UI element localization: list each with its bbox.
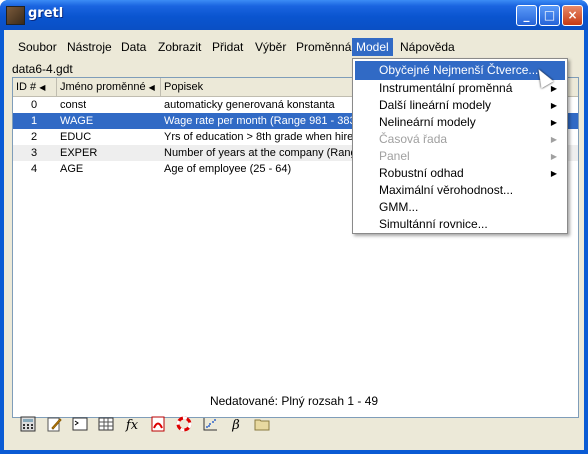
menu-item-ols[interactable]: Obyčejné Nejmenší Čtverce... [355, 61, 565, 80]
gretl-app-icon [6, 6, 25, 25]
app-window: gretl _ □ × Soubor Nástroje Data Zobrazi… [0, 0, 588, 454]
menu-nastroje[interactable]: Nástroje [63, 38, 116, 56]
calculator-icon[interactable] [18, 416, 38, 436]
header-name[interactable]: Jméno proměnné ◀ [57, 78, 161, 96]
fx-icon[interactable]: fx [122, 416, 142, 436]
dataset-filename: data6-4.gdt [12, 62, 73, 76]
close-button[interactable]: × [562, 5, 583, 26]
row-id: 1 [31, 115, 38, 127]
maximize-button[interactable]: □ [539, 5, 560, 26]
row-name: AGE [60, 163, 84, 175]
edit-icon[interactable] [44, 416, 64, 436]
model-dropdown-menu: Obyčejné Nejmenší Čtverce... Instrumentá… [352, 58, 568, 234]
row-name: EDUC [60, 131, 92, 143]
menu-data[interactable]: Data [117, 38, 150, 56]
terminal-icon[interactable] [70, 416, 90, 436]
menu-zobrazit[interactable]: Zobrazit [154, 38, 205, 56]
folder-icon[interactable] [252, 416, 272, 436]
row-name: const [60, 99, 87, 111]
title-bar[interactable]: gretl _ □ × [0, 0, 588, 30]
status-bar: Nedatované: Plný rozsah 1 - 49 [209, 394, 379, 408]
minimize-button[interactable]: _ [516, 5, 537, 26]
menu-promenna[interactable]: Proměnná [292, 38, 355, 56]
row-name: EXPER [60, 147, 98, 159]
menu-item-simultaneous[interactable]: Simultánní rovnice... [355, 215, 565, 234]
menu-soubor[interactable]: Soubor [14, 38, 61, 56]
window-title: gretl [28, 6, 64, 21]
menu-napoveda[interactable]: Nápověda [396, 38, 459, 56]
sort-arrow-icon: ◀ [39, 83, 46, 92]
row-name: WAGE [60, 115, 94, 127]
row-id: 2 [31, 131, 38, 143]
menu-model[interactable]: Model [352, 38, 393, 56]
row-id: 4 [31, 163, 38, 175]
menu-bar: Soubor Nástroje Data Zobrazit Přidat Výb… [4, 36, 584, 56]
scatter-icon[interactable] [200, 416, 220, 436]
grid-icon[interactable] [96, 416, 116, 436]
row-id: 0 [31, 99, 38, 111]
sort-arrow-icon: ◀ [148, 83, 155, 92]
menu-vyber[interactable]: Výběr [251, 38, 290, 56]
row-id: 3 [31, 147, 38, 159]
lifebuoy-icon[interactable] [174, 416, 194, 436]
beta-icon[interactable]: β [226, 416, 246, 436]
menu-pridat[interactable]: Přidat [208, 38, 247, 56]
header-id[interactable]: ID # ◀ [13, 78, 57, 96]
pdf-icon[interactable] [148, 416, 168, 436]
